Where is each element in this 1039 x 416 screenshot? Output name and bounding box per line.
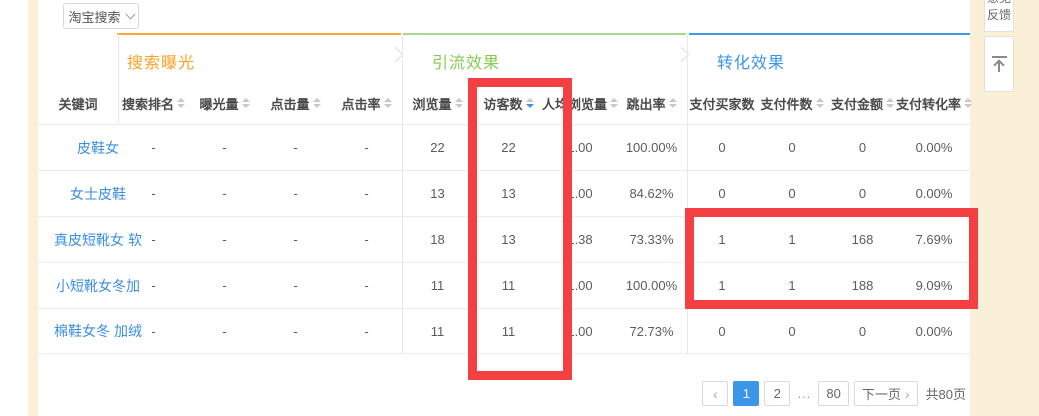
back-to-top-button[interactable]	[984, 36, 1014, 92]
cell: -	[260, 186, 331, 201]
cell: 0	[757, 186, 827, 201]
cell: -	[260, 232, 331, 247]
page-button-80[interactable]: 80	[818, 381, 848, 406]
sort-icon[interactable]	[816, 98, 824, 108]
cell: 0	[827, 140, 898, 155]
sort-icon[interactable]	[313, 98, 321, 108]
group-divider-chevron-icon	[388, 47, 404, 63]
header-keyword: 关键词	[38, 94, 118, 113]
cell: 22	[402, 140, 473, 155]
cell: -	[331, 324, 402, 339]
sort-icon[interactable]	[455, 98, 463, 108]
keyword-link-cell[interactable]: 皮鞋女	[38, 125, 118, 170]
cell: -	[260, 324, 331, 339]
header-clicks[interactable]: 点击量	[260, 94, 331, 113]
cell: -	[118, 186, 189, 201]
cell: -	[189, 324, 260, 339]
page-total-label: 共80页	[926, 384, 966, 403]
cell: -	[331, 186, 402, 201]
group-label-search-exposure: 搜索曝光	[127, 49, 195, 73]
cell: -	[118, 140, 189, 155]
group-label-traffic-effect: 引流效果	[432, 49, 500, 73]
cell: 13	[402, 186, 473, 201]
cell: -	[189, 140, 260, 155]
chevron-right-icon: ›	[905, 386, 910, 402]
cell: 72.73%	[616, 324, 687, 339]
cell: 0	[687, 186, 757, 201]
sort-icon[interactable]	[177, 98, 185, 108]
cell: 0	[757, 324, 827, 339]
cell: 0	[687, 140, 757, 155]
sort-icon[interactable]	[964, 98, 972, 108]
sort-icon[interactable]	[886, 98, 894, 108]
keyword-link: 皮鞋女	[77, 138, 119, 158]
cell: 100.00%	[616, 278, 687, 293]
cell: 100.00%	[616, 140, 687, 155]
keyword-link-cell[interactable]: 小短靴女冬加	[38, 263, 118, 308]
cell: -	[189, 186, 260, 201]
cell: 0.00%	[898, 140, 970, 155]
cell: 0	[687, 324, 757, 339]
keyword-link-cell[interactable]: 女士皮鞋	[38, 171, 118, 216]
header-pageviews[interactable]: 浏览量	[402, 94, 473, 113]
highlight-box-visitors-column	[468, 78, 572, 380]
cell: 11	[402, 278, 473, 293]
cell: -	[260, 140, 331, 155]
cell: -	[331, 232, 402, 247]
cell: 73.33%	[616, 232, 687, 247]
highlight-box-conversion-rows	[685, 208, 978, 309]
header-conversion-rate[interactable]: 支付转化率	[898, 94, 970, 113]
cell: 0	[827, 324, 898, 339]
page-button-1[interactable]: 1	[733, 381, 759, 406]
sort-icon[interactable]	[242, 98, 250, 108]
header-search-rank[interactable]: 搜索排名	[118, 94, 189, 113]
left-gutter	[0, 0, 28, 416]
cell: -	[189, 232, 260, 247]
page: 淘宝搜索 搜索曝光 引流效果 转化效果 关键词 搜索排名 曝光量 点击量 点击率…	[0, 0, 1039, 416]
header-paid-items[interactable]: 支付件数	[757, 94, 827, 113]
sort-icon[interactable]	[384, 98, 392, 108]
keyword-link-cell[interactable]: 棉鞋女冬 加绒	[38, 309, 118, 353]
back-to-top-icon	[992, 56, 1007, 73]
header-ctr[interactable]: 点击率	[331, 94, 402, 113]
group-line-search-exposure	[117, 33, 401, 35]
feedback-button[interactable]: 意见 反馈	[984, 0, 1014, 32]
pagination: ‹ 1 2 ... 80 下一页 › 共80页	[702, 381, 966, 406]
cell: 0.00%	[898, 186, 970, 201]
cell: 18	[402, 232, 473, 247]
header-paid-amount[interactable]: 支付金额	[827, 94, 898, 113]
cell: -	[331, 278, 402, 293]
cell: 0	[827, 186, 898, 201]
chevron-left-icon: ‹	[713, 386, 718, 402]
cell: -	[331, 140, 402, 155]
group-line-traffic-effect	[403, 33, 686, 35]
cell: -	[260, 278, 331, 293]
group-line-conversion-effect	[689, 33, 970, 35]
channel-dropdown-value: 淘宝搜索	[68, 7, 120, 26]
next-page-button[interactable]: 下一页 ›	[854, 381, 918, 406]
channel-dropdown[interactable]: 淘宝搜索	[63, 3, 139, 29]
group-label-conversion-effect: 转化效果	[717, 49, 785, 73]
cell: 0.00%	[898, 324, 970, 339]
cell: -	[189, 278, 260, 293]
chevron-down-icon	[125, 10, 135, 20]
prev-page-button[interactable]: ‹	[702, 381, 728, 406]
keyword-link: 小短靴女冬加	[56, 276, 140, 296]
header-impressions[interactable]: 曝光量	[189, 94, 260, 113]
cell: 84.62%	[616, 186, 687, 201]
keyword-link: 女士皮鞋	[70, 184, 126, 204]
cell: 11	[402, 324, 473, 339]
sort-icon[interactable]	[669, 98, 677, 108]
header-paid-buyers: 支付买家数	[687, 94, 757, 113]
header-bounce-rate[interactable]: 跳出率	[616, 94, 687, 113]
page-ellipsis: ...	[795, 386, 813, 401]
cell: 0	[757, 140, 827, 155]
keyword-link: 真皮短靴女 软	[54, 230, 142, 250]
page-button-2[interactable]: 2	[764, 381, 790, 406]
keyword-link-cell[interactable]: 真皮短靴女 软	[38, 217, 118, 262]
keyword-link: 棉鞋女冬 加绒	[54, 321, 142, 341]
